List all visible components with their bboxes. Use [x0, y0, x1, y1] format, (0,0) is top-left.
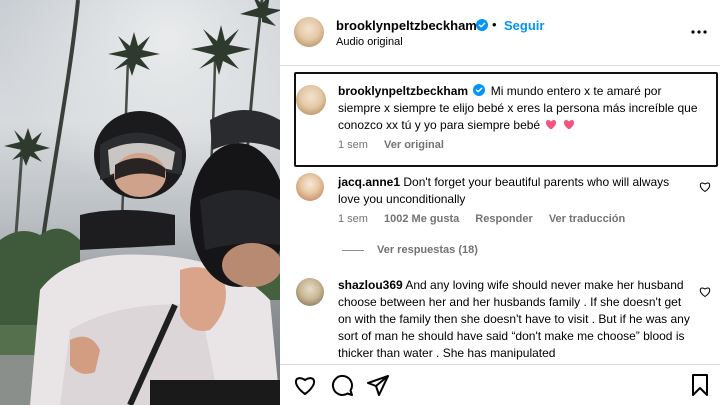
author-avatar[interactable]	[294, 17, 324, 47]
comment-text-block: jacq.anne1 Don't forget your beautiful p…	[338, 174, 683, 208]
verified-badge-icon	[473, 84, 486, 96]
view-replies-row: Ver respuestas (18)	[377, 244, 491, 256]
comment-username[interactable]: shazlou369	[338, 278, 403, 292]
view-replies-button[interactable]: Ver respuestas (18)	[377, 244, 478, 256]
caption-time[interactable]: 1 sem	[338, 139, 368, 151]
follow-button[interactable]: Seguir	[504, 18, 544, 33]
comment-icon[interactable]	[330, 373, 354, 397]
comment-likes[interactable]: 1002 Me gusta	[384, 213, 459, 225]
caption-avatar[interactable]	[296, 85, 326, 115]
pink-heart-emoji	[563, 120, 574, 130]
caption-meta: 1 sem Ver original	[338, 139, 457, 151]
post-side-panel: brooklynpeltzbeckham • Seguir Audio orig…	[280, 0, 720, 405]
caption-text-block: brooklynpeltzbeckham Mi mundo entero x t…	[338, 83, 698, 134]
photo-scene	[0, 0, 280, 405]
more-options-icon[interactable]	[690, 23, 708, 41]
post-action-bar	[280, 364, 720, 405]
heart-icon[interactable]	[699, 181, 711, 193]
bookmark-icon[interactable]	[688, 373, 712, 397]
comment-meta: 1 sem 1002 Me gusta Responder Ver traduc…	[338, 213, 638, 225]
reply-button[interactable]: Responder	[475, 213, 532, 225]
comment-text-block: shazlou369 And any loving wife should ne…	[338, 277, 694, 362]
separator-dot: •	[492, 17, 497, 32]
comment-username[interactable]: jacq.anne1	[338, 175, 400, 189]
audio-label[interactable]: Audio original	[336, 36, 403, 48]
author-username[interactable]: brooklynpeltzbeckham	[336, 18, 477, 33]
share-icon[interactable]	[366, 373, 390, 397]
caption-username[interactable]: brooklynpeltzbeckham	[338, 84, 468, 98]
comment-time[interactable]: 1 sem	[338, 213, 368, 225]
heart-icon[interactable]	[699, 286, 711, 298]
post-photo[interactable]	[0, 0, 280, 405]
pink-heart-emoji	[546, 120, 557, 130]
see-translation-button[interactable]: Ver traducción	[549, 213, 625, 225]
comment-avatar[interactable]	[296, 278, 324, 306]
verified-badge-icon	[476, 19, 488, 31]
post-header: brooklynpeltzbeckham • Seguir Audio orig…	[280, 0, 720, 66]
comment-avatar[interactable]	[296, 173, 324, 201]
replies-divider	[342, 250, 364, 251]
heart-icon[interactable]	[293, 373, 317, 397]
see-original-button[interactable]: Ver original	[384, 139, 444, 151]
